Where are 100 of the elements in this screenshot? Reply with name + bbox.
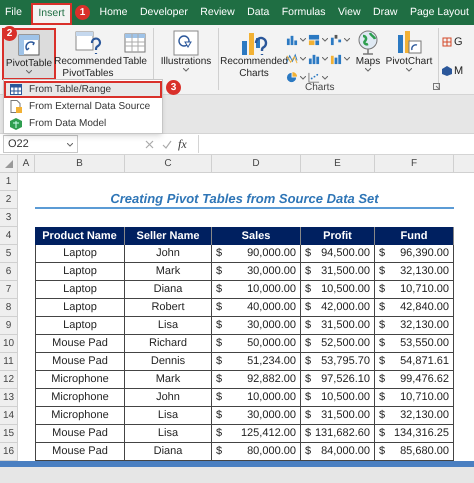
cube-icon [442,66,452,76]
currency-symbol: $ [305,354,312,370]
row-header[interactable]: 1 [0,173,18,191]
caret-icon[interactable] [344,57,350,61]
caret-icon[interactable] [300,76,306,80]
select-all-icon[interactable] [4,160,12,168]
row-header[interactable]: 9 [0,317,18,335]
scatter-chart-icon[interactable] [308,72,320,84]
column-header[interactable]: D [212,155,301,173]
ribbon-button[interactable]: Maps [353,28,383,80]
caret-icon[interactable] [344,38,350,42]
currency-symbol: $ [216,264,222,280]
cell-value: 99,476.62 [400,372,449,388]
currency-symbol: $ [216,246,222,262]
currency-symbol: $ [379,426,386,442]
currency-symbol: $ [216,372,222,388]
currency-symbol: $ [216,336,222,352]
ribbon-item-label[interactable]: M [454,62,464,79]
currency-symbol: $ [305,282,312,298]
ribbon-tab[interactable]: File [2,2,25,24]
currency-symbol: $ [216,318,222,334]
currency-symbol: $ [305,408,312,424]
menu-item[interactable]: From Data Model [4,115,162,132]
cell-value: 10,710.00 [400,282,449,298]
ribbon-tab[interactable]: Review [197,2,238,24]
cell-value: 134,316.25 [394,426,449,442]
caret-icon [406,68,412,72]
row-header[interactable]: 5 [0,245,18,263]
column-header[interactable]: A [18,155,35,173]
treemap-icon[interactable] [308,34,320,46]
table-cell: Microphone [35,407,125,425]
sheet-title: Creating Pivot Tables from Source Data Set [110,190,379,208]
ribbon-tab[interactable]: Page Layout [406,2,472,24]
cell-value: 50,000.00 [247,336,296,352]
ribbon-button[interactable]: Table [120,28,150,80]
caret-icon[interactable] [322,38,328,42]
cell-value: 40,000.00 [247,300,296,316]
ribbon-tab[interactable]: Draw [370,2,400,24]
column-chart-icon[interactable] [308,53,320,65]
ribbon-tab[interactable]: Home [96,2,131,24]
ribbon-button[interactable]: PivotChart [383,28,435,80]
row-header[interactable]: 7 [0,281,18,299]
cancel-icon[interactable] [145,140,154,148]
row-header[interactable]: 11 [0,353,18,371]
currency-symbol: $ [379,246,386,262]
currency-symbol: $ [305,300,312,316]
caret-icon[interactable] [322,76,328,80]
cell-value: 31,500.00 [321,408,370,424]
row-header[interactable]: 12 [0,371,18,389]
enter-icon[interactable] [162,140,172,148]
ribbon-tab[interactable]: View [334,2,364,24]
ribbon-tab[interactable]: Formulas [278,2,329,24]
name-box[interactable]: O22 [3,135,78,153]
row-header[interactable]: 6 [0,263,18,281]
cell-value: 52,500.00 [321,336,370,352]
row-header[interactable]: 15 [0,425,18,443]
ribbon-tab[interactable]: Insert [31,3,72,25]
group-label: Charts [305,81,334,95]
menu-item[interactable]: From External Data Source [4,98,162,115]
grid-icon [442,37,452,48]
cell-value: 10,500.00 [321,390,370,406]
ribbon-tab[interactable]: Developer [136,2,191,24]
row-header[interactable]: 16 [0,443,18,461]
caret-icon[interactable] [300,38,306,42]
table-cell: Mark [125,263,212,281]
row-header[interactable]: 4 [0,227,18,245]
caret-icon[interactable] [322,57,328,61]
caret-icon[interactable] [300,57,306,61]
row-header[interactable]: 2 [0,191,18,209]
cell-value: 94,500.00 [321,246,370,262]
currency-symbol: $ [379,408,386,424]
pie-chart-icon[interactable] [286,72,298,84]
row-header[interactable]: 8 [0,299,18,317]
table-cell: Robert [125,299,212,317]
column-header[interactable]: B [35,155,125,173]
waterfall-chart-icon[interactable] [330,34,342,46]
menu-item[interactable]: From Table/Range [4,81,162,98]
row-header[interactable]: 14 [0,407,18,425]
currency-symbol: $ [379,282,386,298]
row-header[interactable]: 3 [0,209,18,227]
dialog-launcher-icon[interactable] [433,83,440,90]
caret-icon [183,68,189,72]
column-header[interactable]: F [375,155,454,173]
row-header[interactable]: 10 [0,335,18,353]
bar-chart-icon[interactable] [286,34,298,46]
line-chart-icon[interactable] [286,53,298,65]
ribbon-item-label[interactable]: G [454,34,463,50]
ribbon-button[interactable]: Illustrations [157,28,215,80]
ribbon-tab[interactable]: Data [244,2,272,24]
function-label[interactable]: fx [178,135,198,153]
table-question-icon [74,30,102,56]
column-header[interactable]: E [301,155,375,173]
ribbon-button[interactable]: Recommended Charts [222,28,286,80]
row-header[interactable]: 13 [0,389,18,407]
column-header[interactable]: C [125,155,212,173]
currency-symbol: $ [379,372,386,388]
currency-symbol: $ [379,444,386,460]
cell-value: 10,000.00 [247,282,296,298]
combo-chart-icon[interactable] [330,53,342,65]
currency-symbol: $ [216,426,222,442]
